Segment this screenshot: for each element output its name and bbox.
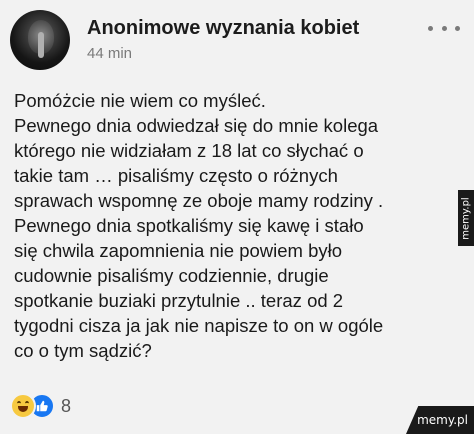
post-text-line: tygodni cisza ja jak nie napisze to on w… [14,315,384,336]
post-text-line: sprawach wspomnę ze oboje mamy rodziny . [14,190,384,211]
watermark-side-text: memy.pl [460,196,472,240]
post-text-line: się chwila zapomnienia nie powiem było [14,240,343,261]
memy-corner-watermark: memy.pl [406,406,474,434]
post-text-line: spotkanie buziaki przytulnie .. teraz od… [14,290,344,311]
post-timestamp[interactable]: 44 min [87,45,132,62]
post-text-line: którego nie widziałam z 18 lat co słycha… [14,140,364,161]
reactions-summary[interactable]: 8 [10,392,71,420]
post-text-line: co o tym sądzić? [14,340,152,361]
post-header: Anonimowe wyznania kobiet 44 min [10,4,464,70]
post-text-line: cudownie pisaliśmy codziennie, drugie [14,265,329,286]
page-avatar[interactable] [10,10,70,70]
memy-side-watermark: memy.pl [458,190,474,246]
avatar-finger [38,32,44,58]
post-text-line: takie tam … pisaliśmy często o różnych [14,165,338,186]
watermark-corner-text: memy.pl [417,413,468,427]
post-text-line: Pomóżcie nie wiem co myśleć. [14,90,266,111]
more-options-icon[interactable] [428,20,460,36]
author-name[interactable]: Anonimowe wyznania kobiet [87,17,359,40]
post-text: Pomóżcie nie wiem co myśleć. Pewnego dni… [14,88,454,363]
reaction-count: 8 [61,395,72,416]
post-text-line: Pewnego dnia spotkaliśmy się kawę i stał… [14,215,364,236]
post-text-line: Pewnego dnia odwiedzał się do mnie koleg… [14,115,379,136]
haha-icon [10,393,36,419]
